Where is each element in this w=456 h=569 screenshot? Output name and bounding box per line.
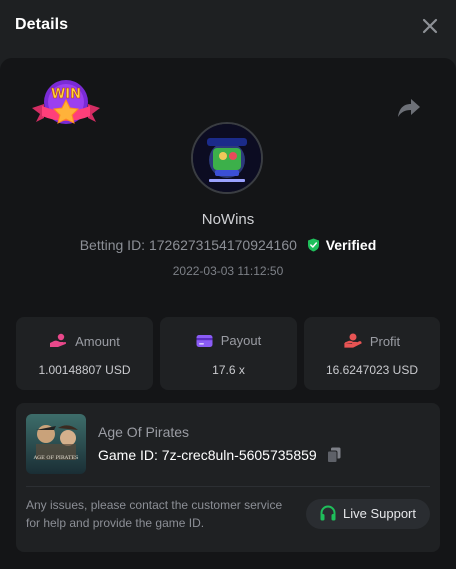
win-badge-text: WIN xyxy=(51,87,81,102)
copy-icon[interactable] xyxy=(326,447,341,463)
profit-card: Profit 16.6247023 USD xyxy=(304,317,440,390)
bet-timestamp: 2022-03-03 11:12:50 xyxy=(172,264,284,278)
amount-card: Amount 1.00148807 USD xyxy=(16,317,153,390)
payout-value: 17.6 x xyxy=(212,363,245,377)
game-name: Age Of Pirates xyxy=(98,424,190,440)
headset-icon xyxy=(320,505,336,521)
profit-hand-icon xyxy=(344,333,362,348)
amount-value: 1.00148807 USD xyxy=(38,363,131,377)
game-id-value: 7z-crec8uln-5605735859 xyxy=(161,447,317,463)
verified-label: Verified xyxy=(325,237,377,253)
close-icon[interactable] xyxy=(421,17,439,35)
game-thumb-title: AGE OF PIRATES xyxy=(33,455,79,461)
share-icon[interactable] xyxy=(397,97,421,119)
payout-label: Payout xyxy=(220,333,262,348)
profit-label: Profit xyxy=(369,334,401,349)
betting-id-label: Betting ID: xyxy=(79,237,146,253)
username: NoWins xyxy=(201,211,255,228)
shield-check-icon xyxy=(307,238,319,252)
payout-card: Payout 17.6 x xyxy=(160,317,297,390)
game-id-row: Game ID: 7z-crec8uln-5605735859 xyxy=(98,447,341,463)
win-badge-icon: WIN xyxy=(32,80,100,124)
game-card: AGE OF PIRATES Age Of Pirates Game ID: 7… xyxy=(16,403,440,552)
betting-id-row: Betting ID: 1726273154170924160 Verified xyxy=(0,237,456,253)
game-id-label: Game ID: xyxy=(98,447,158,463)
profit-value: 16.6247023 USD xyxy=(325,363,419,377)
dialog-title: Details xyxy=(15,16,69,33)
help-text: Any issues, please contact the customer … xyxy=(26,498,283,530)
live-support-label: Live Support xyxy=(343,506,416,521)
avatar xyxy=(191,122,263,194)
betting-id-value: 1726273154170924160 xyxy=(148,237,297,253)
amount-label: Amount xyxy=(75,334,120,349)
avatar-image xyxy=(193,124,261,192)
game-thumbnail[interactable]: AGE OF PIRATES xyxy=(26,414,86,474)
dialog-header: Details xyxy=(0,0,456,54)
card-icon xyxy=(196,335,213,347)
divider xyxy=(26,486,430,487)
money-hand-icon xyxy=(50,333,67,347)
live-support-button[interactable]: Live Support xyxy=(306,499,430,529)
